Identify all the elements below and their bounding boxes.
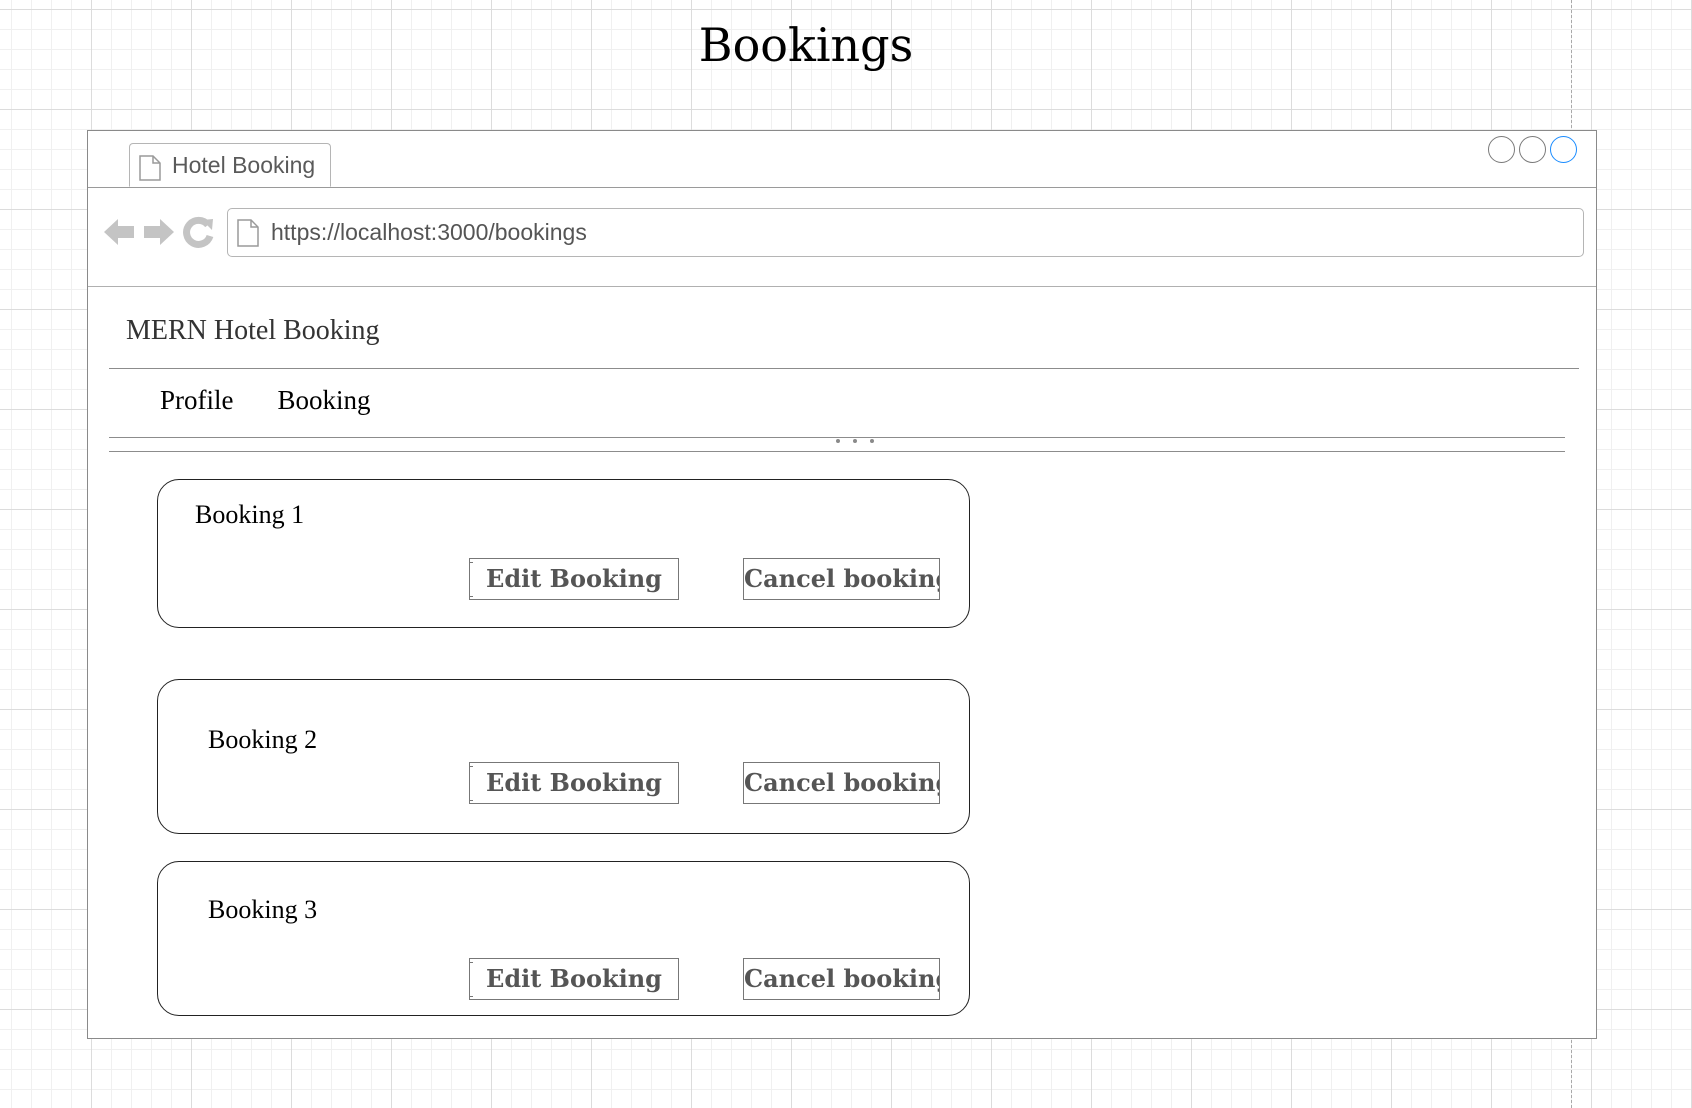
tab-label: Hotel Booking (172, 152, 316, 178)
refresh-icon[interactable] (182, 216, 216, 253)
page-icon (139, 155, 161, 186)
nav-menu: Profile Booking (160, 385, 371, 416)
url-text: https://localhost:3000/bookings (271, 219, 587, 245)
back-arrow-icon[interactable] (102, 217, 136, 252)
edit-booking-button[interactable]: Edit Booking (469, 558, 679, 600)
maximize-button[interactable] (1519, 136, 1546, 163)
header-divider (109, 368, 1579, 369)
booking-card: Booking 1 Edit Booking Cancel booking (157, 479, 970, 628)
edit-booking-button[interactable]: Edit Booking (469, 762, 679, 804)
nav-item-booking[interactable]: Booking (278, 385, 371, 416)
browser-window: Hotel Booking https://localhost:3000/boo… (87, 130, 1597, 1039)
close-button[interactable] (1550, 136, 1577, 163)
cancel-booking-button[interactable]: Cancel booking (743, 958, 940, 1000)
minimize-button[interactable] (1488, 136, 1515, 163)
cancel-booking-button[interactable]: Cancel booking (743, 558, 940, 600)
booking-card: Booking 3 Edit Booking Cancel booking (157, 861, 970, 1016)
app-brand[interactable]: MERN Hotel Booking (126, 315, 380, 347)
navigation-bar: https://localhost:3000/bookings (88, 187, 1596, 287)
forward-arrow-icon[interactable] (142, 217, 176, 252)
cancel-booking-button[interactable]: Cancel booking (743, 762, 940, 804)
splitter-grip-icon[interactable] (836, 439, 874, 443)
booking-title: Booking 1 (195, 500, 305, 529)
nav-buttons (102, 216, 216, 253)
browser-tab[interactable]: Hotel Booking (129, 143, 331, 187)
booking-title: Booking 2 (208, 725, 318, 754)
edit-booking-button[interactable]: Edit Booking (469, 958, 679, 1000)
address-bar[interactable]: https://localhost:3000/bookings (227, 208, 1584, 257)
splitter[interactable] (109, 437, 1565, 452)
nav-item-profile[interactable]: Profile (160, 385, 234, 416)
booking-card: Booking 2 Edit Booking Cancel booking (157, 679, 970, 834)
page-icon (237, 219, 259, 252)
tab-strip: Hotel Booking (88, 131, 1596, 188)
page-title: Bookings (698, 18, 914, 72)
window-controls (1488, 136, 1577, 163)
booking-title: Booking 3 (208, 895, 318, 924)
